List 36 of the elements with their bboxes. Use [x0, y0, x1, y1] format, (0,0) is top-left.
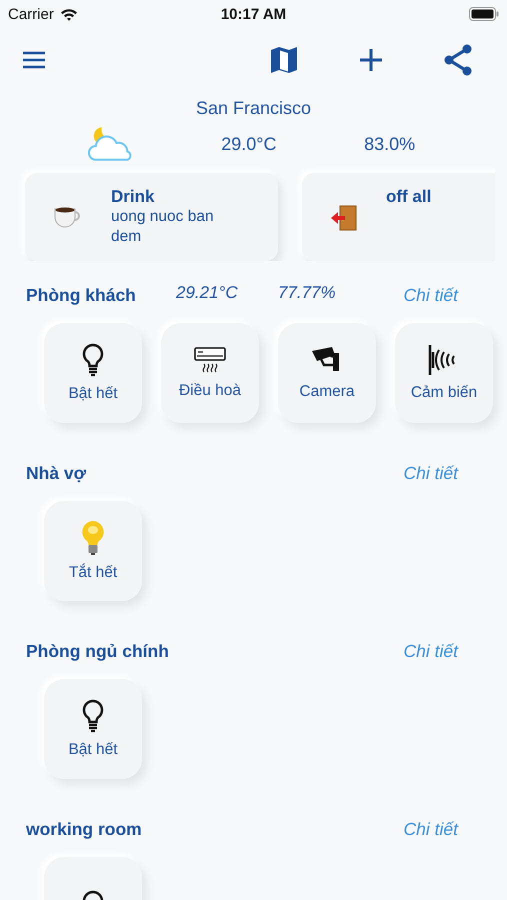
device-tile[interactable]: Camera	[278, 323, 376, 423]
menu-icon	[22, 51, 46, 69]
carrier-name: Carrier	[8, 6, 54, 22]
scene-subtitle: uong nuoc ban dem	[111, 207, 215, 247]
scene-card[interactable]: Drink uong nuoc ban dem	[25, 173, 278, 261]
device-tile[interactable]: Tắt hết	[44, 501, 142, 601]
wifi-icon	[60, 8, 78, 20]
clock-time: 10:17 AM	[220, 6, 286, 22]
scene-title: Drink	[111, 187, 156, 207]
humidity-value: 83.0%	[364, 134, 416, 154]
battery-icon	[469, 7, 499, 21]
lightbulb-icon	[82, 343, 104, 377]
device-tile[interactable]: Cảm biến	[395, 323, 493, 423]
room-temperature: 29.21°C	[176, 283, 238, 303]
device-tile[interactable]: Bật hết	[44, 323, 142, 423]
room-name: Phòng ngủ chính	[26, 640, 169, 662]
room-name: Nhà vợ	[26, 462, 86, 484]
share-icon	[443, 44, 473, 76]
add-button[interactable]	[357, 46, 385, 74]
city-name: San Francisco	[194, 98, 312, 119]
coffee-cup-icon	[53, 205, 83, 229]
room-humidity: 77.77%	[278, 283, 336, 303]
scene-title: off all	[386, 187, 432, 207]
plus-icon	[359, 48, 383, 72]
temperature-value: 29.0°C	[221, 134, 278, 154]
menu-button[interactable]	[20, 49, 48, 71]
scene-card[interactable]: off all	[302, 173, 495, 261]
door-exit-icon	[330, 205, 358, 231]
lightbulb-icon	[82, 699, 104, 733]
glowing-lightbulb-icon	[80, 520, 106, 556]
air-conditioner-icon	[194, 346, 226, 374]
room-name: Phòng khách	[26, 284, 136, 306]
room-name: working room	[26, 818, 142, 840]
map-icon	[269, 45, 299, 75]
device-tile[interactable]: Điều hoà	[161, 323, 259, 423]
device-tile[interactable]: Bật hết	[44, 679, 142, 779]
